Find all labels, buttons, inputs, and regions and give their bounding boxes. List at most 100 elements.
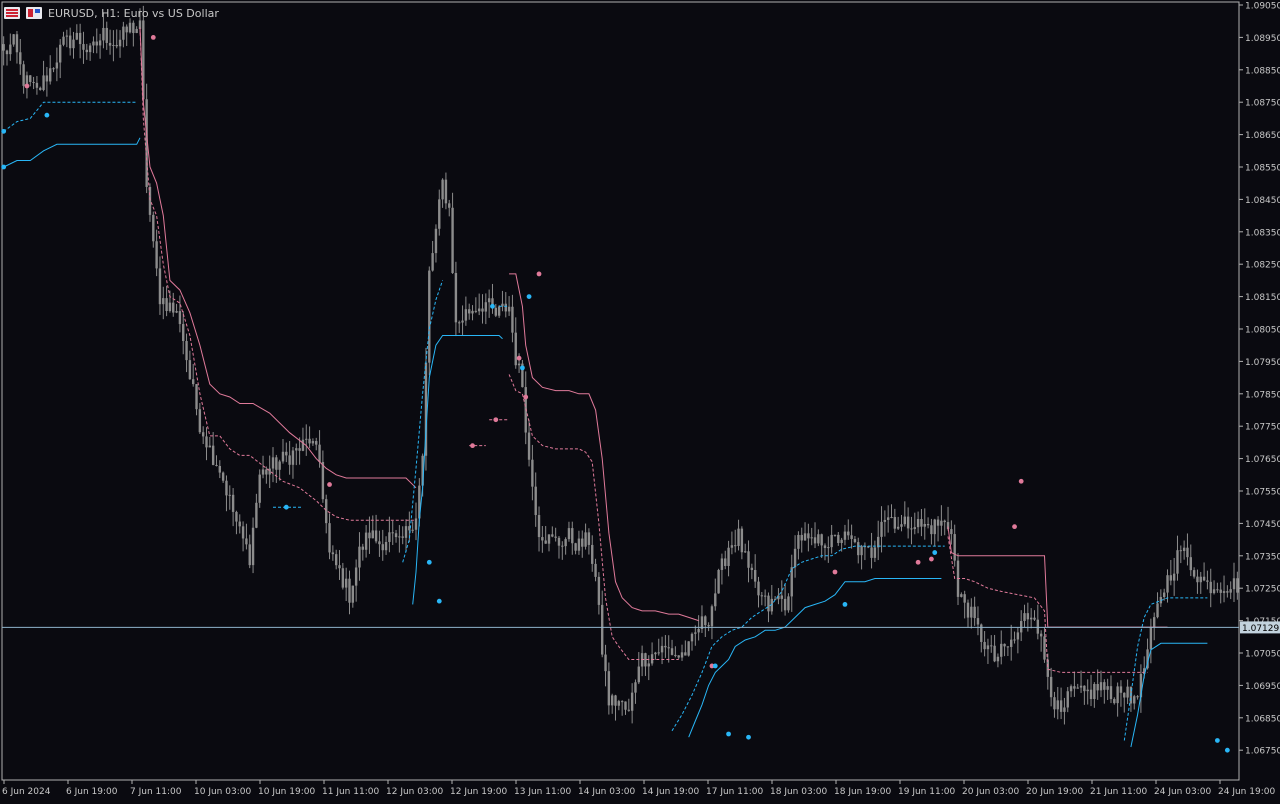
candle-body <box>205 436 208 448</box>
price-chart[interactable]: 1.09050 1.08950 1.08850 1.08750 1.08650 1.085… <box>0 0 1280 800</box>
chart-header: EURUSD, H1: Euro vs US Dollar <box>4 4 219 22</box>
candle-body <box>906 516 910 529</box>
candle-body <box>976 618 980 625</box>
candle-body <box>674 654 677 656</box>
candle-body <box>714 593 717 607</box>
candle-body <box>228 494 231 496</box>
candle-body <box>384 541 388 551</box>
candle-body <box>574 543 577 551</box>
x-tick-label: 7 Jun 11:00 <box>130 787 182 797</box>
y-tick-label: 1.09050 <box>1245 2 1280 12</box>
signal-dot-lower <box>1224 747 1230 753</box>
candle-body <box>753 570 757 582</box>
x-tick-label: 20 Jun 19:00 <box>1026 787 1083 797</box>
y-tick-label: 1.07950 <box>1245 358 1280 368</box>
chart-area[interactable]: 1.09050 1.08950 1.08850 1.08750 1.08650 1.085… <box>0 0 1280 800</box>
candle-body <box>930 525 933 535</box>
candle-body <box>727 547 730 566</box>
candle-body <box>1172 573 1176 581</box>
candle-body <box>1089 689 1093 700</box>
candle-body <box>920 519 923 527</box>
signal-dot-upper <box>915 559 921 565</box>
candle-body <box>654 652 657 655</box>
candle-body <box>960 594 963 597</box>
candle-body <box>694 632 697 634</box>
candle-body <box>1043 636 1046 660</box>
signal-dot-lower <box>932 550 938 555</box>
candle-body <box>541 537 544 541</box>
candle-body <box>620 701 624 703</box>
candle-body <box>115 44 118 47</box>
candle-body <box>344 578 348 588</box>
candle-body <box>527 432 531 460</box>
candle-body <box>308 438 311 444</box>
candle-body <box>448 203 451 208</box>
candle-body <box>68 35 72 49</box>
candle-body <box>883 519 887 522</box>
candle-body <box>444 179 448 204</box>
candle-body <box>1113 699 1116 704</box>
candle-body <box>481 308 484 312</box>
candle-body <box>1069 686 1073 692</box>
candle-body <box>468 309 471 314</box>
candle-body <box>1066 691 1069 708</box>
candle-body <box>870 547 873 558</box>
candle-body <box>82 44 85 50</box>
y-tick-label: 1.08650 <box>1245 131 1280 141</box>
candle-body <box>750 567 754 571</box>
candle-body <box>923 523 926 527</box>
candle-body <box>1023 613 1026 622</box>
y-tick-label: 1.08850 <box>1245 66 1280 76</box>
candle-body <box>271 457 275 469</box>
candle-body <box>135 28 138 34</box>
candle-body <box>411 529 414 531</box>
candle-body <box>235 511 238 522</box>
candle-body <box>817 534 820 544</box>
candle-body <box>258 474 261 503</box>
signal-dot-lower <box>1214 738 1220 743</box>
candle-body <box>544 540 547 544</box>
candle-body <box>933 519 936 535</box>
candle-body <box>49 68 52 82</box>
candle-body <box>122 26 125 40</box>
candle-body <box>900 524 903 527</box>
candle-body <box>670 648 674 655</box>
candle-body <box>913 527 916 530</box>
candle-body <box>1056 700 1059 710</box>
candle-body <box>650 654 654 664</box>
trade-panel-icon[interactable] <box>26 7 42 19</box>
candle-body <box>451 207 454 274</box>
candle-body <box>687 641 690 656</box>
signal-dot-upper <box>929 556 934 562</box>
candle-body <box>1169 575 1173 581</box>
candle-body <box>634 682 637 693</box>
candle-body <box>983 641 986 650</box>
candle-body <box>551 534 554 537</box>
candle-body <box>1136 696 1139 698</box>
candle-body <box>557 537 561 546</box>
x-tick-label: 24 Jun 19:00 <box>1218 787 1275 797</box>
candle-body <box>221 472 225 481</box>
candle-body <box>471 310 474 314</box>
candle-body <box>341 568 345 588</box>
candle-body <box>245 538 248 545</box>
candle-body <box>15 34 19 53</box>
candle-body <box>737 528 740 546</box>
candle-body <box>438 199 441 229</box>
candle-body <box>996 656 1000 662</box>
candle-body <box>19 52 22 65</box>
candle-body <box>268 468 271 475</box>
candle-body <box>807 533 810 539</box>
candle-body <box>664 645 667 648</box>
candle-body <box>717 569 720 594</box>
candle-body <box>1202 576 1206 581</box>
candle-body <box>195 384 198 410</box>
signal-dot-lower <box>1 164 7 170</box>
candle-body <box>1229 589 1232 593</box>
candle-body <box>1166 575 1169 593</box>
y-tick-label: 1.07050 <box>1245 650 1280 660</box>
candle-body <box>680 652 684 658</box>
candle-body <box>454 273 458 323</box>
signal-dot-upper <box>523 394 529 400</box>
one-click-trading-icon[interactable] <box>4 7 20 19</box>
